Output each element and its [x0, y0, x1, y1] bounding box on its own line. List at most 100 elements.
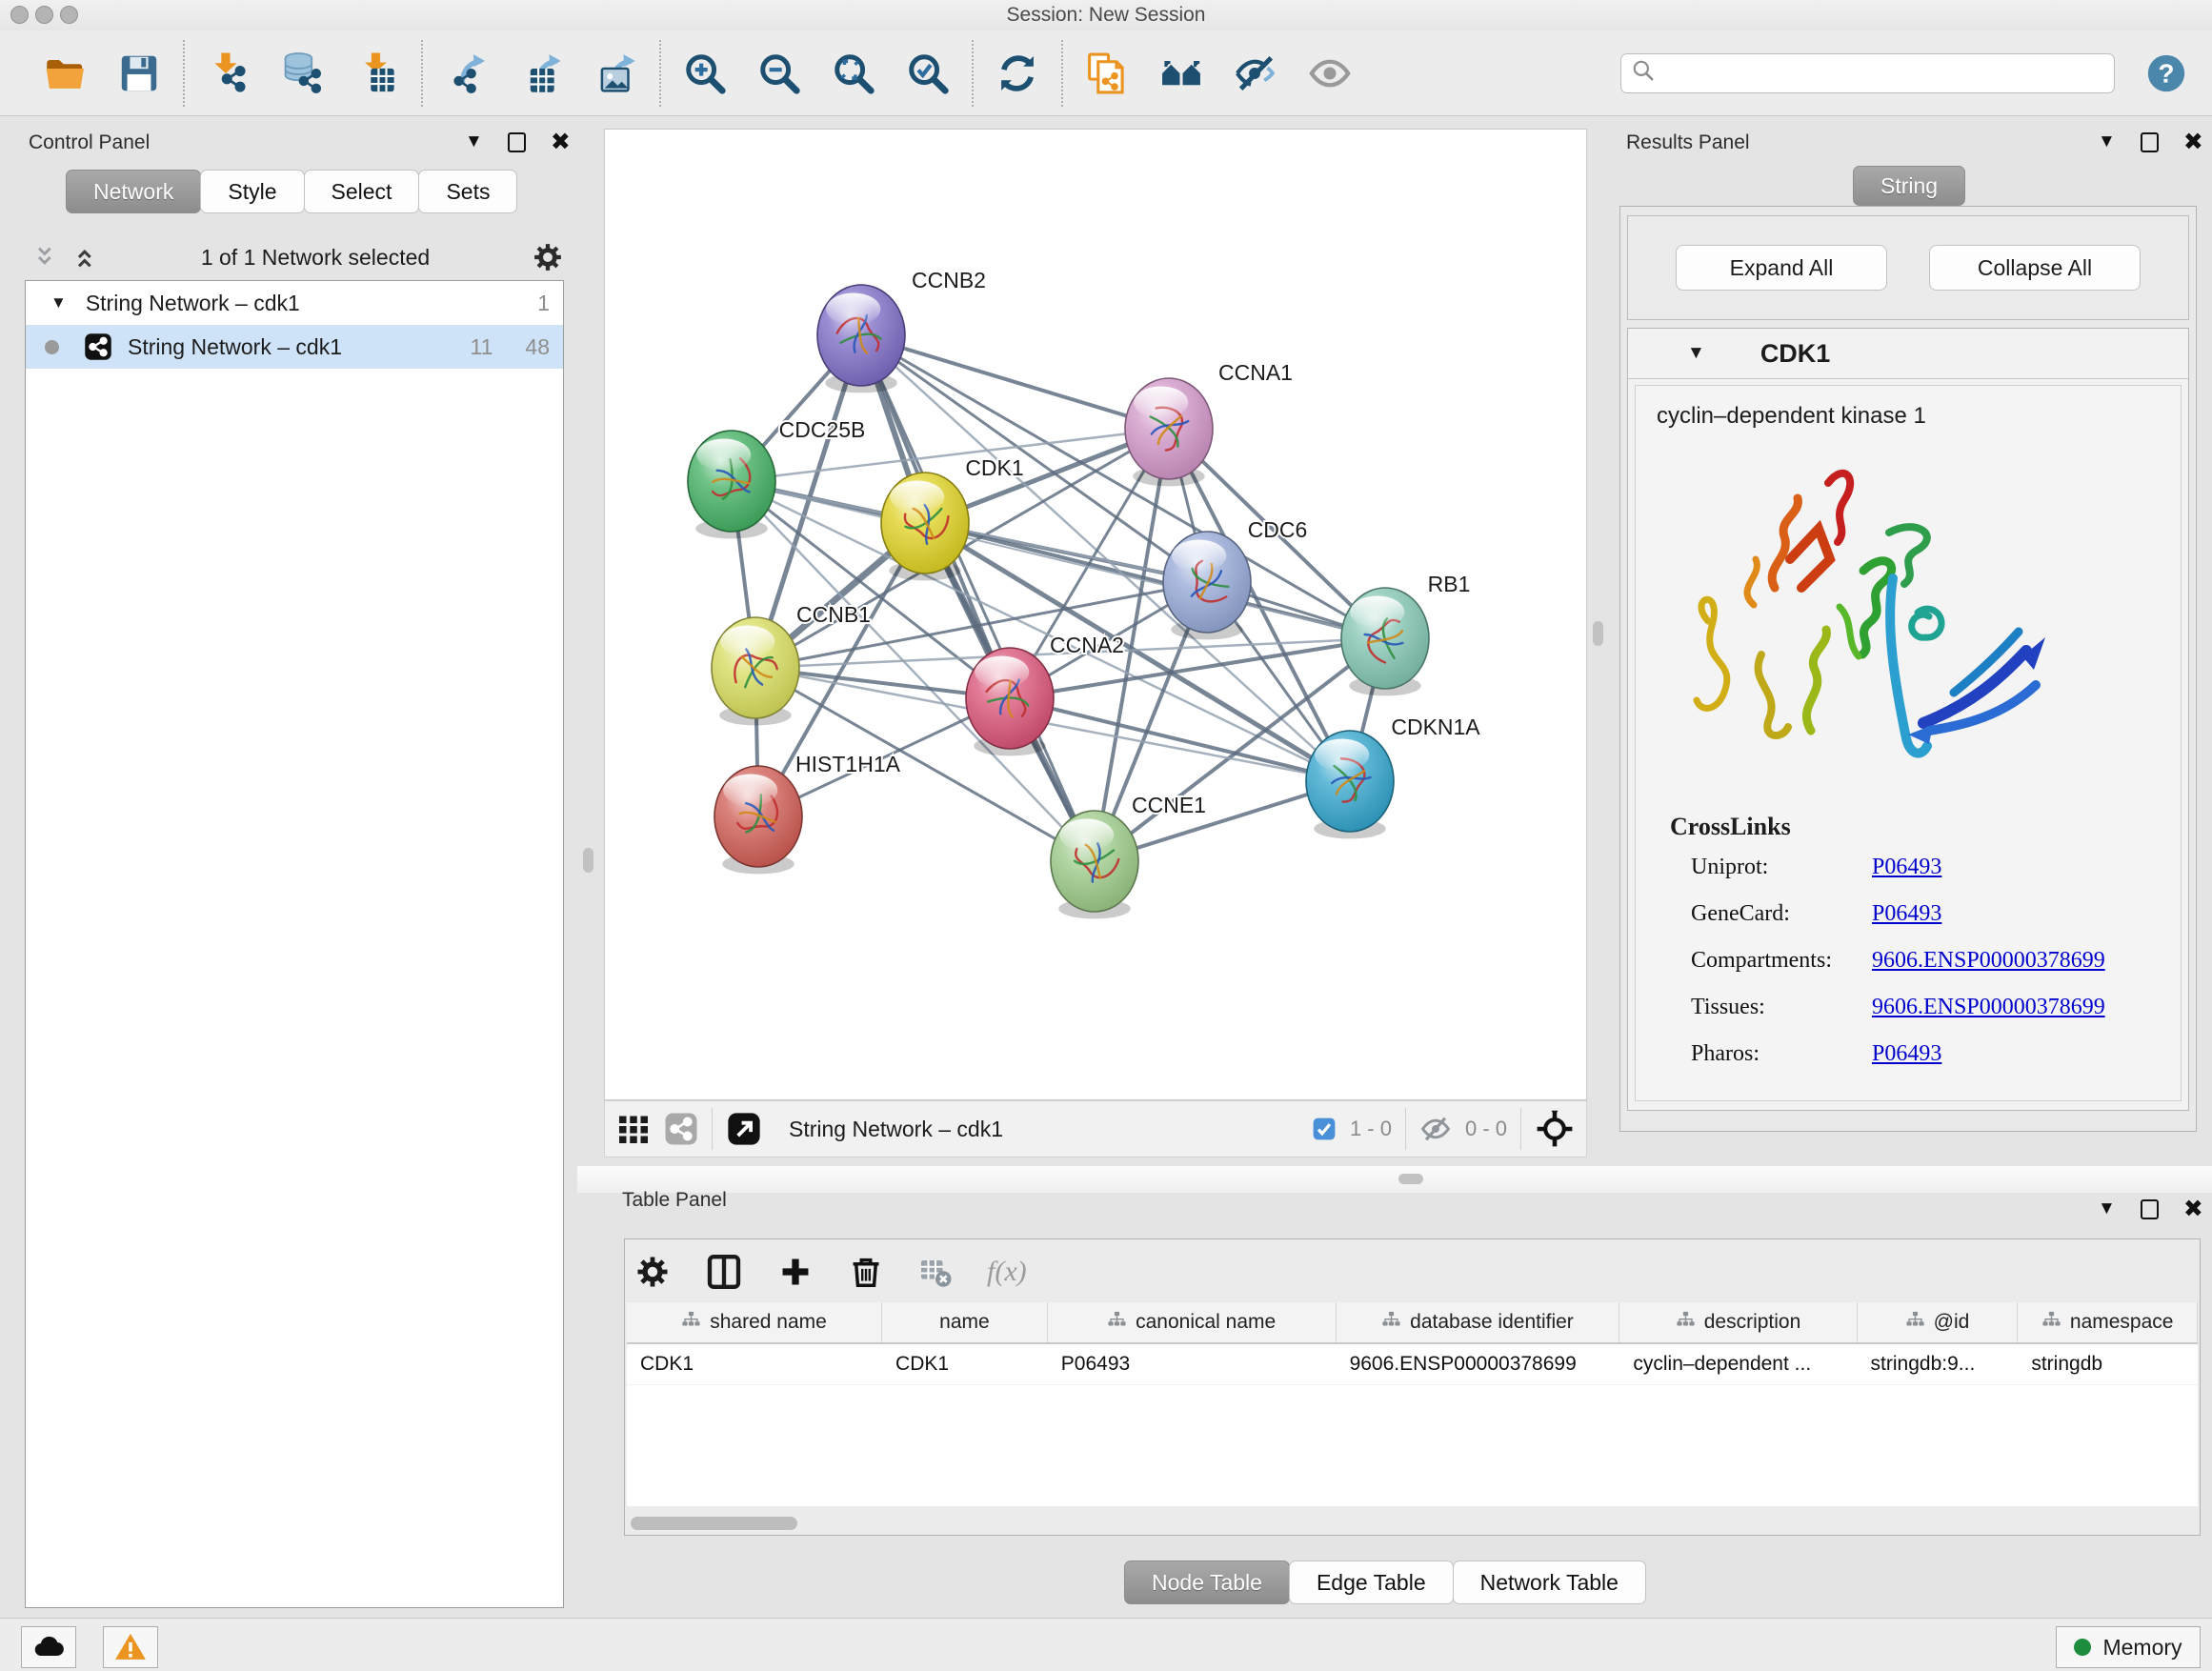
splitter-handle[interactable]	[583, 848, 593, 873]
tab-node-table[interactable]: Node Table	[1124, 1560, 1290, 1604]
graph-node-CCNA1[interactable]	[1125, 378, 1213, 486]
collapse-all-tree-icon[interactable]	[32, 244, 59, 271]
show-all-icon[interactable]	[1305, 49, 1355, 98]
tab-string[interactable]: String	[1853, 166, 1965, 206]
selected-checkbox-icon[interactable]	[1312, 1117, 1337, 1141]
network-row[interactable]: String Network – cdk1 11 48	[26, 325, 563, 369]
graph-node-CDKN1A[interactable]	[1306, 731, 1394, 838]
show-columns-icon[interactable]	[705, 1253, 743, 1291]
zoom-out-icon[interactable]	[754, 49, 804, 98]
collapse-gene-card-icon[interactable]: ▼	[1687, 343, 1705, 364]
tab-network[interactable]: Network	[66, 170, 201, 213]
crosslink-link[interactable]: 9606.ENSP00000378699	[1872, 948, 2105, 974]
memory-button[interactable]: Memory	[2056, 1626, 2201, 1668]
horizontal-splitter[interactable]	[577, 1166, 2212, 1193]
graph-node-CCNE1[interactable]	[1051, 811, 1138, 918]
graph-edge[interactable]	[861, 335, 1095, 861]
import-network-database-icon[interactable]	[278, 49, 328, 98]
column-header-database-identifier[interactable]: database identifier	[1337, 1302, 1620, 1342]
export-table-icon[interactable]	[516, 49, 566, 98]
table-panel-undock-icon[interactable]	[2141, 1199, 2159, 1219]
table-cell[interactable]: cyclin–dependent ...	[1619, 1344, 1857, 1384]
column-header-namespace[interactable]: namespace	[2018, 1302, 2198, 1342]
open-session-icon[interactable]	[40, 49, 90, 98]
network-graph[interactable]: CCNB2CCNA1CDC25BCDK1CDC6RB1CCNB1CCNA2CDK…	[605, 130, 1586, 1099]
crosslink-link[interactable]: P06493	[1872, 901, 1941, 927]
tab-select[interactable]: Select	[304, 170, 420, 213]
table-row[interactable]: CDK1CDK1P064939606.ENSP00000378699cyclin…	[627, 1344, 2198, 1385]
collapse-all-button[interactable]: Collapse All	[1929, 245, 2141, 291]
column-header-shared-name[interactable]: shared name	[627, 1302, 882, 1342]
import-table-icon[interactable]	[352, 49, 402, 98]
column-header-description[interactable]: description	[1619, 1302, 1857, 1342]
help-button[interactable]: ?	[2142, 49, 2191, 98]
zoom-fit-icon[interactable]	[829, 49, 878, 98]
results-panel-undock-icon[interactable]	[2141, 132, 2159, 152]
control-panel-float-icon[interactable]: ▼	[465, 131, 483, 152]
save-session-icon[interactable]	[114, 49, 164, 98]
table-cell[interactable]: stringdb:9...	[1858, 1344, 2019, 1384]
search-input[interactable]	[1663, 61, 2104, 85]
table-cell[interactable]: P06493	[1048, 1344, 1337, 1384]
tab-style[interactable]: Style	[200, 170, 304, 213]
cloud-status-button[interactable]	[21, 1626, 76, 1668]
network-overview-icon[interactable]	[664, 1112, 698, 1146]
table-cell[interactable]: CDK1	[627, 1344, 882, 1384]
table-panel-close-icon[interactable]: ✖	[2183, 1201, 2203, 1218]
column-hierarchy-icon	[1676, 1311, 1696, 1335]
birds-eye-view-icon[interactable]	[1535, 1109, 1575, 1149]
table-options-gear-icon[interactable]	[634, 1254, 671, 1290]
hide-selected-icon[interactable]	[1231, 49, 1280, 98]
create-column-icon[interactable]	[777, 1254, 814, 1290]
delete-column-icon[interactable]	[848, 1254, 884, 1290]
expand-all-tree-icon[interactable]	[72, 244, 99, 271]
splitter-handle[interactable]	[1398, 1174, 1423, 1184]
tab-network-table[interactable]: Network Table	[1453, 1560, 1646, 1604]
detach-view-icon[interactable]	[726, 1111, 762, 1147]
crosslink-link[interactable]: 9606.ENSP00000378699	[1872, 995, 2105, 1020]
import-network-icon[interactable]	[204, 49, 253, 98]
crosslink-link[interactable]: P06493	[1872, 1041, 1941, 1067]
results-panel-float-icon[interactable]: ▼	[2098, 131, 2116, 152]
export-image-icon[interactable]	[591, 49, 640, 98]
results-panel-close-icon[interactable]: ✖	[2183, 134, 2203, 151]
zoom-selected-icon[interactable]	[903, 49, 953, 98]
apply-layout-icon[interactable]	[993, 49, 1042, 98]
graph-node-CCNB2[interactable]	[817, 285, 905, 393]
tab-edge-table[interactable]: Edge Table	[1289, 1560, 1454, 1604]
graph-edge[interactable]	[861, 335, 1169, 429]
table-horizontal-scrollbar[interactable]	[629, 1516, 2196, 1531]
grid-view-icon[interactable]	[616, 1112, 651, 1146]
table-cell[interactable]: CDK1	[882, 1344, 1048, 1384]
search-box[interactable]	[1620, 53, 2115, 93]
network-collection-row[interactable]: ▼ String Network – cdk1 1	[26, 281, 563, 325]
clone-network-icon[interactable]	[1082, 49, 1132, 98]
column-hierarchy-icon	[1381, 1311, 1401, 1335]
column-header-@id[interactable]: @id	[1858, 1302, 2019, 1342]
graph-node-HIST1H1A[interactable]	[714, 766, 802, 874]
crosslink-label: Pharos:	[1691, 1041, 1872, 1067]
node-table[interactable]: shared namenamecanonical namedatabase id…	[627, 1302, 2198, 1506]
scrollbar-thumb[interactable]	[631, 1517, 797, 1530]
table-cell[interactable]: stringdb	[2018, 1344, 2198, 1384]
network-canvas[interactable]: CCNB2CCNA1CDC25BCDK1CDC6RB1CCNB1CCNA2CDK…	[604, 129, 1587, 1100]
first-neighbors-icon[interactable]	[1156, 49, 1206, 98]
column-header-name[interactable]: name	[882, 1302, 1048, 1342]
crosslink-link[interactable]: P06493	[1872, 855, 1941, 880]
splitter-handle[interactable]	[1593, 621, 1603, 646]
network-options-gear-icon[interactable]	[532, 241, 564, 273]
warnings-button[interactable]	[103, 1626, 158, 1668]
graph-node-CDC25B[interactable]	[688, 431, 775, 538]
export-network-icon[interactable]	[442, 49, 492, 98]
column-header-canonical-name[interactable]: canonical name	[1048, 1302, 1337, 1342]
control-panel-close-icon[interactable]: ✖	[551, 134, 571, 151]
expand-all-button[interactable]: Expand All	[1676, 245, 1887, 291]
table-cell[interactable]: 9606.ENSP00000378699	[1337, 1344, 1620, 1384]
collapse-collection-icon[interactable]: ▼	[50, 293, 67, 312]
control-panel-undock-icon[interactable]	[508, 132, 526, 152]
table-panel-float-icon[interactable]: ▼	[2098, 1198, 2116, 1219]
graph-node-CCNB1[interactable]	[712, 617, 799, 725]
zoom-in-icon[interactable]	[680, 49, 730, 98]
graph-node-RB1[interactable]	[1341, 588, 1429, 695]
tab-sets[interactable]: Sets	[418, 170, 517, 213]
